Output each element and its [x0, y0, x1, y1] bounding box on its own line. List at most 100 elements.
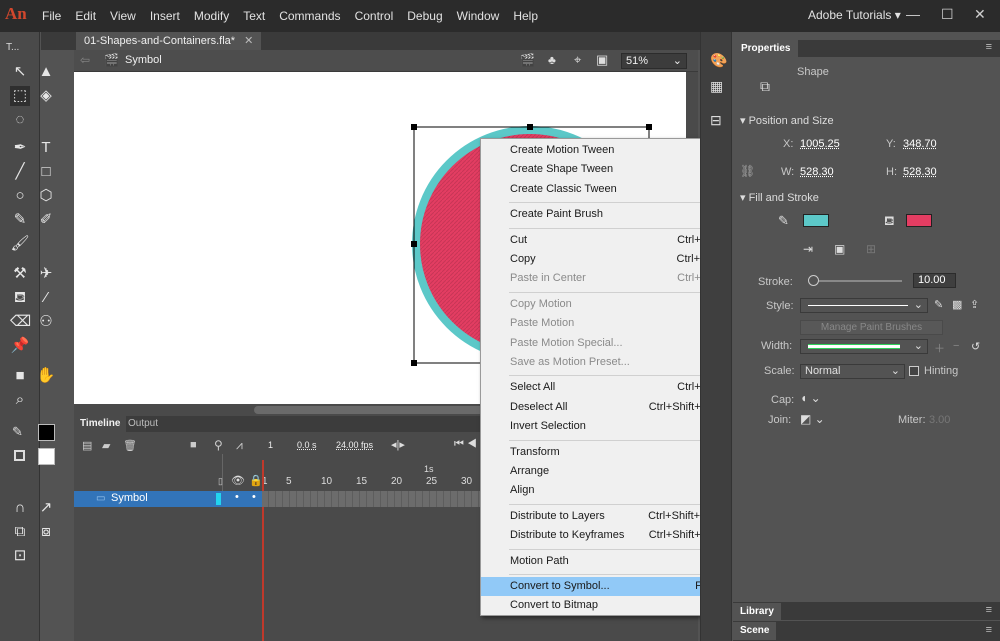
transform-handle[interactable] — [411, 241, 417, 247]
color-panel-icon[interactable]: 🎨 — [710, 52, 727, 69]
snap-to-objects-icon[interactable]: ∩ — [10, 498, 30, 518]
manage-paint-brushes-button[interactable]: Manage Paint Brushes — [800, 320, 943, 335]
swatches-panel-icon[interactable]: ▦ — [710, 78, 723, 95]
back-arrow-icon[interactable]: ⇦ — [80, 53, 90, 67]
lock-proportions-icon[interactable]: ⛓ — [740, 164, 755, 178]
zoom-tool-icon[interactable]: ⌕ — [10, 390, 30, 410]
add-width-profile-icon[interactable]: ＋ — [934, 340, 945, 356]
fill-stroke-section[interactable]: ▾ Fill and Stroke — [740, 191, 819, 204]
context-menu-item[interactable]: Select All Ctrl+A — [481, 378, 724, 397]
remove-width-profile-icon[interactable]: − — [953, 340, 959, 352]
center-stage-icon[interactable]: ⌖ — [574, 52, 581, 68]
context-menu-item[interactable]: Copy Ctrl+C — [481, 250, 724, 269]
stroke-color-swatch[interactable] — [38, 424, 55, 441]
context-menu-item[interactable]: Create Shape Tween — [481, 160, 724, 179]
pencil-tool-icon[interactable]: ✎ — [10, 210, 30, 230]
brush-library-icon[interactable]: ▩ — [952, 298, 962, 311]
hinting-checkbox[interactable] — [909, 366, 919, 376]
menu-file[interactable]: File — [42, 9, 61, 23]
context-menu-item[interactable]: Align› — [481, 481, 724, 500]
context-menu-item[interactable]: Distribute to Keyframes Ctrl+Shift+K — [481, 526, 724, 545]
visibility-dot[interactable]: • — [235, 491, 239, 503]
h-field[interactable]: 528.30 — [903, 166, 937, 178]
menu-help[interactable]: Help — [513, 9, 538, 23]
polystar-tool-icon[interactable]: ⬡ — [36, 186, 56, 206]
lock-dot[interactable]: • — [252, 491, 256, 503]
tab-library[interactable]: Library — [733, 603, 781, 620]
context-menu-item[interactable]: Create Classic Tween — [481, 180, 724, 199]
reset-width-icon[interactable]: ↺ — [971, 340, 980, 353]
layer-color-icon[interactable] — [216, 493, 221, 505]
3d-rotation-tool-icon[interactable]: ◈ — [36, 86, 56, 106]
stroke-color-swatch[interactable] — [803, 214, 829, 227]
layer-name[interactable]: Symbol — [111, 492, 148, 504]
menu-modify[interactable]: Modify — [194, 9, 229, 23]
subselection-tool-icon[interactable]: ▲ — [36, 62, 56, 82]
minimize-icon[interactable]: — — [906, 6, 920, 22]
panel-menu-icon[interactable]: ≡ — [986, 624, 992, 636]
rotate-icon[interactable]: ⧇ — [36, 522, 56, 542]
context-menu-item[interactable]: Create Paint Brush — [481, 205, 724, 224]
context-menu-item[interactable]: Transform› — [481, 443, 724, 462]
visibility-icon[interactable]: 👁 — [231, 474, 245, 487]
hand-tool-icon[interactable]: ✋ — [36, 366, 56, 386]
paint-brush-tool-icon[interactable]: ✐ — [36, 210, 56, 230]
elapsed-time[interactable]: 0.0 s — [297, 440, 317, 450]
menu-window[interactable]: Window — [457, 9, 500, 23]
x-field[interactable]: 1005.25 — [800, 138, 840, 150]
layer-row[interactable]: ▭ Symbol • • — [74, 491, 262, 507]
free-transform-tool-icon[interactable]: ⬚ — [10, 86, 30, 106]
eyedropper-tool-icon[interactable]: ⁄ — [36, 288, 56, 308]
bind-tool-icon[interactable]: ✈ — [36, 264, 56, 284]
stroke-input[interactable]: 10.00 — [913, 273, 956, 288]
panel-menu-icon[interactable]: ≡ — [986, 604, 992, 616]
menu-text[interactable]: Text — [243, 9, 265, 23]
menu-insert[interactable]: Insert — [150, 9, 180, 23]
zoom-select[interactable]: 51% ⌄ — [621, 53, 687, 69]
transform-handle[interactable] — [411, 124, 417, 130]
stroke-position-icon[interactable]: ⇥ — [803, 242, 813, 256]
width-tool-icon[interactable]: ⚇ — [36, 312, 56, 332]
tab-scene[interactable]: Scene — [733, 622, 777, 640]
menu-edit[interactable]: Edit — [75, 9, 96, 23]
rectangle-tool-icon[interactable]: □ — [36, 162, 56, 182]
paint-bucket-tool-icon[interactable]: ⛾ — [10, 288, 30, 308]
edit-scene-icon[interactable]: 🎬 — [520, 53, 535, 67]
document-tab[interactable]: 01-Shapes-and-Containers.fla* ✕ — [76, 32, 262, 50]
maximize-icon[interactable]: ☐ — [941, 6, 954, 23]
context-menu-item[interactable]: Invert Selection — [481, 417, 724, 436]
tab-properties[interactable]: Properties — [733, 40, 799, 57]
align-panel-icon[interactable]: ⊟ — [710, 112, 722, 129]
oval-tool-icon[interactable]: ○ — [10, 186, 30, 206]
context-menu-item[interactable]: Cut Ctrl+X — [481, 231, 724, 250]
stroke-options-icon[interactable]: ⇪ — [970, 298, 979, 311]
line-tool-icon[interactable]: ╱ — [10, 162, 30, 182]
layer-parenting-icon[interactable]: ⚲ — [214, 438, 223, 452]
style-select[interactable]: ⌄ — [800, 298, 928, 313]
transform-handle[interactable] — [411, 360, 417, 366]
panel-menu-icon[interactable]: ≡ — [986, 41, 992, 53]
fill-color-swatch[interactable] — [38, 448, 55, 465]
workspace-switcher[interactable]: Adobe Tutorials ▾ — [808, 8, 901, 22]
text-tool-icon[interactable]: T — [36, 138, 56, 158]
miter-field[interactable]: 3.00 — [929, 414, 950, 426]
close-tab-icon[interactable]: ✕ — [244, 35, 253, 47]
join-select[interactable]: ◩ ⌄ — [800, 412, 825, 426]
transform-handle[interactable] — [646, 124, 652, 130]
scale-icon[interactable]: ⊡ — [10, 546, 30, 566]
hierarchy-icon[interactable]: ⊞ — [866, 242, 876, 256]
fill-color-swatch[interactable] — [906, 214, 932, 227]
clip-content-icon[interactable]: ▣ — [596, 52, 608, 68]
y-field[interactable]: 348.70 — [903, 138, 937, 150]
scrollbar-thumb[interactable] — [254, 406, 504, 414]
frame-ruler[interactable]: 1 5 10 15 20 25 30 — [262, 476, 472, 488]
menu-debug[interactable]: Debug — [407, 9, 442, 23]
context-menu-item[interactable]: Create Motion Tween — [481, 141, 724, 160]
frame-row[interactable] — [262, 491, 482, 507]
context-menu-item[interactable]: Arrange› — [481, 462, 724, 481]
frame-rate[interactable]: 24.00 fps — [336, 440, 373, 450]
smooth-icon[interactable]: ↗ — [36, 498, 56, 518]
pin-tool-icon[interactable]: 📌 — [10, 336, 30, 356]
w-field[interactable]: 528.30 — [800, 166, 834, 178]
object-drawing-icon[interactable]: ▣ — [834, 242, 845, 256]
